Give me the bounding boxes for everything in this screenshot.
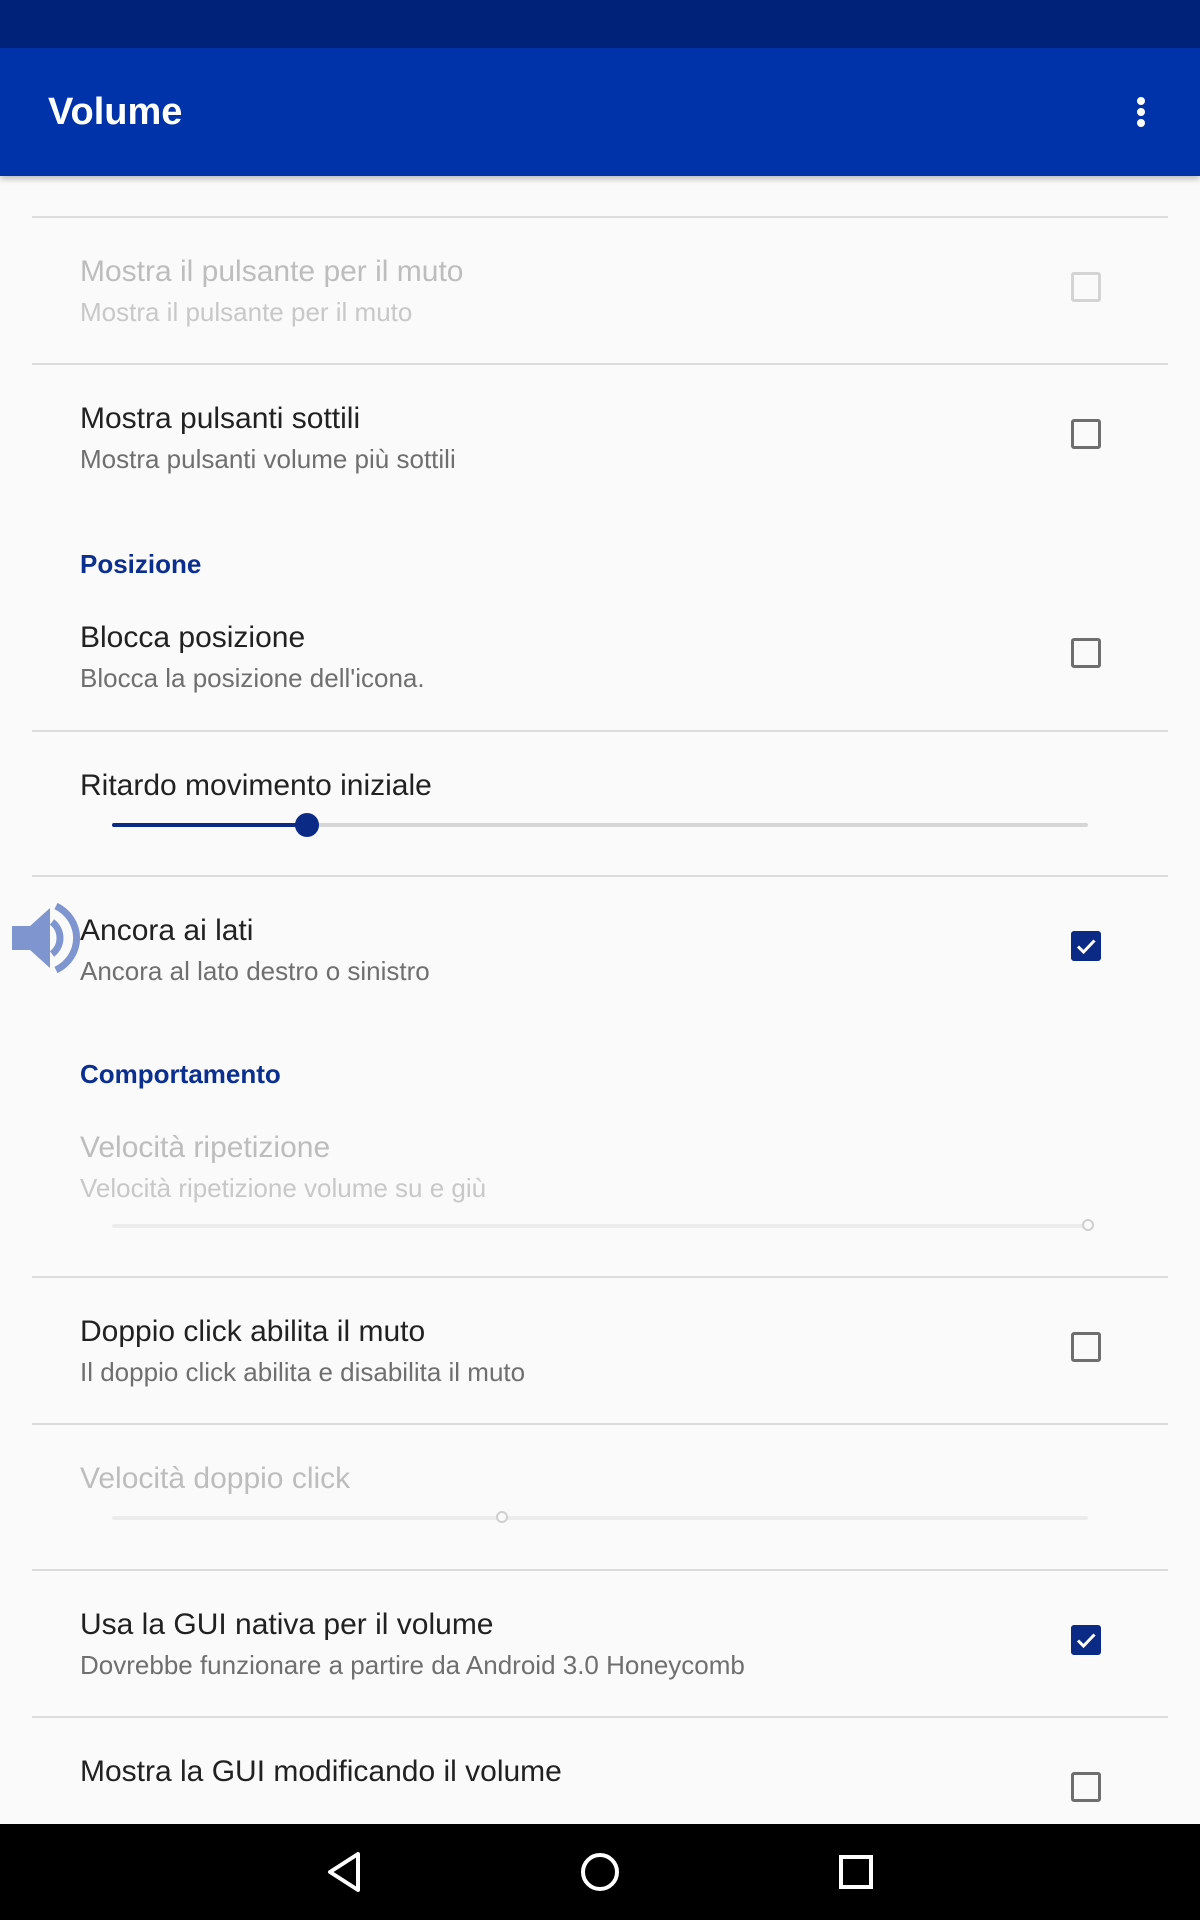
preferences-list: Mostra il pulsante per il muto Mostra il… [0,176,1200,1824]
divider [32,1716,1168,1718]
slider-thumb[interactable] [295,813,320,837]
pref-lock-position-summary: Blocca la posizione dell'icona. [80,663,425,693]
pref-thin-buttons-checkbox[interactable] [1071,419,1101,449]
pref-thin-buttons-title: Mostra pulsanti sottili [80,402,361,435]
speaker-volume-icon[interactable] [10,900,90,976]
slider-fill [112,823,308,827]
pref-double-click-mute-title: Doppio click abilita il muto [80,1315,426,1348]
pref-double-click-mute-checkbox[interactable] [1071,1332,1101,1362]
divider [32,730,1168,732]
pref-native-gui-title: Usa la GUI nativa per il volume [80,1608,494,1641]
status-bar [0,0,1200,48]
repeat-speed-slider[interactable] [112,1219,1094,1231]
double-click-speed-slider[interactable] [112,1511,1088,1523]
divider [32,1569,1168,1571]
pref-mute-button-title: Mostra il pulsante per il muto [80,255,464,288]
divider [32,1276,1168,1278]
pref-native-gui-checkbox[interactable] [1071,1625,1101,1655]
initial-move-delay-slider[interactable] [112,813,1088,837]
divider [32,363,1168,365]
slider-thumb[interactable] [1082,1219,1094,1231]
back-triangle-icon[interactable] [308,1836,380,1908]
pref-anchor-sides-checkbox[interactable] [1071,931,1101,961]
pref-anchor-sides-summary: Ancora al lato destro o sinistro [80,956,430,986]
app-bar: Volume [0,48,1200,176]
pref-lock-position-title: Blocca posizione [80,621,306,654]
slider-thumb[interactable] [496,1511,509,1523]
pref-double-click-speed-title: Velocità doppio click [80,1462,351,1495]
pref-initial-move-delay-title: Ritardo movimento iniziale [80,769,432,802]
pref-repeat-speed-title: Velocità ripetizione [80,1131,331,1164]
check-icon [1076,1633,1096,1649]
pref-mute-button-checkbox[interactable] [1071,272,1101,302]
pref-native-gui-summary: Dovrebbe funzionare a partire da Android… [80,1650,745,1680]
pref-lock-position-checkbox[interactable] [1071,638,1101,668]
pref-anchor-sides-title: Ancora ai lati [80,914,254,947]
divider [32,875,1168,877]
home-circle-icon[interactable] [564,1836,636,1908]
page-title: Volume [48,91,183,133]
navigation-bar [0,1824,1200,1920]
section-header-position: Posizione [80,549,202,579]
pref-double-click-mute-summary: Il doppio click abilita e disabilita il … [80,1357,526,1387]
pref-repeat-speed-summary: Velocità ripetizione volume su e giù [80,1173,487,1203]
pref-mute-button-summary: Mostra il pulsante per il muto [80,297,413,327]
pref-show-gui-on-change-title: Mostra la GUI modificando il volume [80,1755,562,1788]
divider [32,1423,1168,1425]
divider [32,216,1168,218]
more-vert-icon[interactable] [1116,88,1164,136]
recents-square-icon[interactable] [820,1836,892,1908]
pref-thin-buttons-summary: Mostra pulsanti volume più sottili [80,444,456,474]
check-icon [1076,939,1096,955]
pref-show-gui-on-change-checkbox[interactable] [1071,1772,1101,1802]
section-header-behavior: Comportamento [80,1059,281,1089]
